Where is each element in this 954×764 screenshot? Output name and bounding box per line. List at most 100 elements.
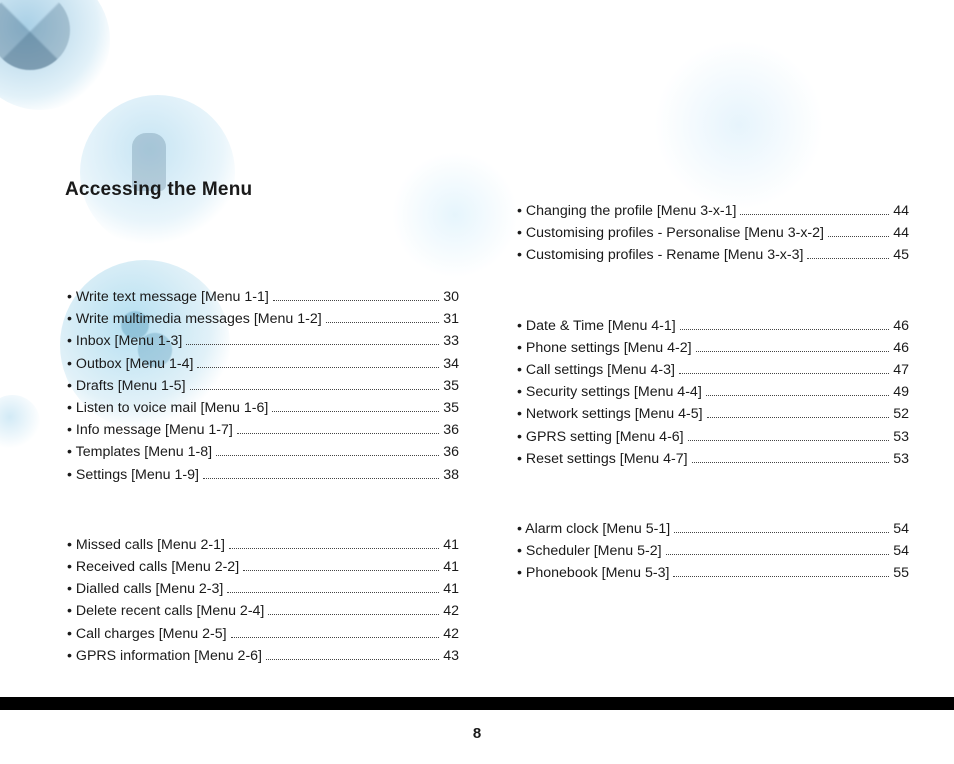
toc-entry-label: • Reset settings [Menu 4-7] — [517, 452, 688, 466]
toc-entry-leader-dots — [203, 478, 439, 479]
toc-entry-leader-dots — [679, 373, 889, 374]
toc-entry-page: 54 — [893, 522, 909, 536]
toc-entry-label: • Inbox [Menu 1-3] — [67, 334, 182, 348]
toc-entry-label: • Settings [Menu 1-9] — [67, 468, 199, 482]
toc-entry: • Customising profiles - Personalise [Me… — [517, 222, 909, 244]
toc-entry-label: • Security settings [Menu 4-4] — [517, 385, 702, 399]
toc-entry: • Security settings [Menu 4-4] 49 — [517, 381, 909, 403]
toc-entry-leader-dots — [692, 462, 890, 463]
toc-entry: • Missed calls [Menu 2-1]41 — [67, 534, 459, 556]
footer-divider-bar — [0, 697, 954, 710]
toc-entry: • Reset settings [Menu 4-7] 53 — [517, 448, 909, 470]
toc-entry-leader-dots — [673, 576, 889, 577]
decorative-glow-top-right — [654, 40, 824, 210]
toc-entry-label: • Info message [Menu 1-7] — [67, 423, 233, 437]
toc-entry: • GPRS setting [Menu 4-6]53 — [517, 426, 909, 448]
toc-entry-page: 54 — [893, 544, 909, 558]
toc-group: • Missed calls [Menu 2-1]41• Received ca… — [67, 534, 459, 667]
toc-entry-page: 43 — [443, 649, 459, 663]
toc-entry-page: 52 — [893, 407, 909, 421]
toc-entry-leader-dots — [828, 236, 889, 237]
toc-columns: • Write text message [Menu 1-1] 30 • Write… — [67, 200, 909, 667]
toc-group: • Date & Time [Menu 4-1] 46 • Phone settin… — [517, 315, 909, 470]
toc-entry-label: • Alarm clock [Menu 5-1] — [517, 522, 670, 536]
toc-entry-leader-dots — [266, 659, 439, 660]
toc-entry-page: 47 — [893, 363, 909, 377]
toc-entry-label: • Call settings [Menu 4-3] — [517, 363, 675, 377]
toc-entry-page: 42 — [443, 627, 459, 641]
toc-entry-page: 35 — [443, 401, 459, 415]
toc-entry: • Scheduler [Menu 5-2]54 — [517, 540, 909, 562]
toc-entry-leader-dots — [216, 455, 439, 456]
toc-entry: • Network settings [Menu 4-5] 52 — [517, 403, 909, 425]
section-heading: Accessing the Menu — [65, 179, 252, 201]
toc-entry-page: 36 — [443, 423, 459, 437]
toc-entry-label: • Drafts [Menu 1-5] — [67, 379, 186, 393]
toc-entry-page: 31 — [443, 312, 459, 326]
toc-entry: • Alarm clock [Menu 5-1] 54 — [517, 518, 909, 540]
toc-entry-label: • Write multimedia messages [Menu 1-2] — [67, 312, 322, 326]
toc-entry-label: • Phone settings [Menu 4-2] — [517, 341, 692, 355]
toc-column-left: • Write text message [Menu 1-1] 30 • Write… — [67, 200, 459, 667]
toc-entry-page: 53 — [893, 452, 909, 466]
toc-entry-page: 34 — [443, 357, 459, 371]
toc-entry-label: • Templates [Menu 1-8] — [67, 445, 212, 459]
toc-entry: • Write multimedia messages [Menu 1-2] 31 — [67, 308, 459, 330]
toc-entry-page: 38 — [443, 468, 459, 482]
toc-entry-page: 42 — [443, 604, 459, 618]
toc-entry-leader-dots — [268, 614, 439, 615]
toc-entry: • Delete recent calls [Menu 2-4]42 — [67, 600, 459, 622]
toc-entry-page: 41 — [443, 582, 459, 596]
toc-entry-leader-dots — [688, 440, 890, 441]
toc-entry-label: • Write text message [Menu 1-1] — [67, 290, 269, 304]
toc-entry-leader-dots — [186, 344, 439, 345]
toc-entry-page: 46 — [893, 341, 909, 355]
toc-entry-page: 49 — [893, 385, 909, 399]
toc-entry-leader-dots — [231, 637, 440, 638]
toc-entry-page: 55 — [893, 566, 909, 580]
toc-entry-leader-dots — [229, 548, 439, 549]
toc-entry-label: • Dialled calls [Menu 2-3] — [67, 582, 223, 596]
toc-entry-leader-dots — [807, 258, 889, 259]
toc-entry-leader-dots — [190, 389, 440, 390]
toc-entry-leader-dots — [680, 329, 889, 330]
toc-entry-leader-dots — [707, 417, 890, 418]
toc-entry-label: • Missed calls [Menu 2-1] — [67, 538, 225, 552]
toc-entry-page: 36 — [443, 445, 459, 459]
toc-entry-label: • Outbox [Menu 1-4] — [67, 357, 193, 371]
toc-entry-label: • Phonebook [Menu 5-3] — [517, 566, 669, 580]
toc-entry-label: • Received calls [Menu 2-2] — [67, 560, 239, 574]
toc-entry-page: 30 — [443, 290, 459, 304]
toc-entry-leader-dots — [272, 411, 439, 412]
toc-entry: • Date & Time [Menu 4-1] 46 — [517, 315, 909, 337]
toc-entry-label: • Date & Time [Menu 4-1] — [517, 319, 676, 333]
toc-entry-leader-dots — [273, 300, 439, 301]
toc-entry-leader-dots — [243, 570, 439, 571]
toc-entry-page: 46 — [893, 319, 909, 333]
toc-entry: • Inbox [Menu 1-3] 33 — [67, 330, 459, 352]
toc-entry-page: 44 — [893, 226, 909, 240]
toc-entry: • Listen to voice mail [Menu 1-6] 35 — [67, 397, 459, 419]
toc-entry: • Drafts [Menu 1-5] 35 — [67, 375, 459, 397]
toc-group: • Changing the profile [Menu 3-x-1]44• C… — [517, 200, 909, 267]
toc-group: • Write text message [Menu 1-1] 30 • Write… — [67, 286, 459, 486]
toc-entry: • Templates [Menu 1-8] 36 — [67, 441, 459, 463]
toc-entry-label: • GPRS information [Menu 2-6] — [67, 649, 262, 663]
toc-entry-label: • Listen to voice mail [Menu 1-6] — [67, 401, 268, 415]
toc-entry: • Phonebook [Menu 5-3] 55 — [517, 562, 909, 584]
toc-entry-leader-dots — [237, 433, 439, 434]
toc-entry-page: 44 — [893, 204, 909, 218]
toc-entry-leader-dots — [197, 367, 439, 368]
toc-entry-page: 35 — [443, 379, 459, 393]
toc-entry-label: • Customising profiles - Personalise [Me… — [517, 226, 824, 240]
toc-entry: • Call charges [Menu 2-5] 42 — [67, 623, 459, 645]
toc-entry: • Info message [Menu 1-7] 36 — [67, 419, 459, 441]
toc-entry-label: • Network settings [Menu 4-5] — [517, 407, 703, 421]
toc-entry-page: 53 — [893, 430, 909, 444]
toc-entry-leader-dots — [227, 592, 439, 593]
toc-entry-page: 33 — [443, 334, 459, 348]
toc-entry-label: • Call charges [Menu 2-5] — [67, 627, 227, 641]
toc-entry-leader-dots — [706, 395, 889, 396]
toc-entry: • Settings [Menu 1-9] 38 — [67, 464, 459, 486]
decorative-circle-hand — [0, 395, 40, 450]
